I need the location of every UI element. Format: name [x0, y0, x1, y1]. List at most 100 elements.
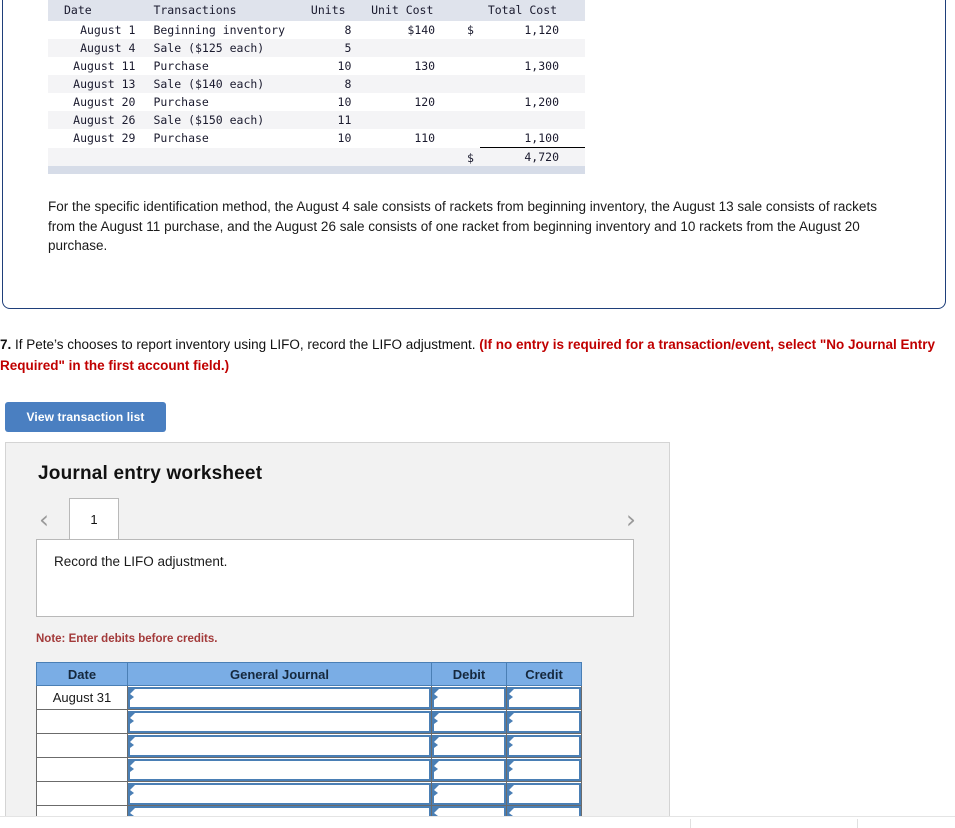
- journal-account-cell[interactable]: [127, 709, 432, 734]
- cell-unit-cost: [363, 75, 458, 93]
- worksheet-prompt-text: Record the LIFO adjustment.: [54, 554, 228, 569]
- journal-credit-cell[interactable]: [506, 685, 582, 710]
- cell-empty: [299, 147, 364, 168]
- credit-input[interactable]: [507, 758, 581, 781]
- cell-total-cost: 1,100: [479, 129, 585, 148]
- table-row: August 13 Sale ($140 each) 8: [48, 75, 585, 93]
- journal-account-cell[interactable]: [127, 685, 432, 710]
- journal-account-cell[interactable]: [127, 781, 432, 806]
- general-journal-input[interactable]: [128, 686, 431, 709]
- cell-currency: [457, 39, 480, 57]
- debit-input[interactable]: [432, 734, 506, 757]
- cell-total-cost: [479, 111, 585, 129]
- specific-identification-paragraph: For the specific identification method, …: [48, 199, 877, 253]
- debit-input[interactable]: [432, 710, 506, 733]
- cell-transaction: Purchase: [143, 93, 300, 111]
- general-journal-input[interactable]: [128, 734, 431, 757]
- cell-total-cost: 1,300: [479, 57, 585, 75]
- journal-header-row: Date General Journal Debit Credit: [36, 662, 582, 686]
- journal-credit-cell[interactable]: [506, 709, 582, 734]
- journal-date-cell[interactable]: [36, 781, 128, 806]
- credit-input[interactable]: [507, 686, 581, 709]
- worksheet-title: Journal entry worksheet: [38, 463, 263, 484]
- journal-debit-cell[interactable]: [431, 781, 507, 806]
- journal-account-cell[interactable]: [127, 757, 432, 782]
- cell-currency: [457, 129, 480, 148]
- journal-date-cell[interactable]: [36, 757, 128, 782]
- cell-total-cost: [479, 39, 585, 57]
- cell-date: August 4: [48, 39, 144, 57]
- cell-transaction: Purchase: [143, 57, 300, 75]
- page-footer-strip: [0, 816, 955, 828]
- cell-empty: [143, 147, 300, 168]
- cell-total-cost: 1,200: [479, 93, 585, 111]
- table-row: August 4 Sale ($125 each) 5: [48, 39, 585, 57]
- cell-transaction: Sale ($150 each): [143, 111, 300, 129]
- chevron-right-icon[interactable]: ›: [626, 507, 636, 532]
- cell-date: August 20: [48, 93, 144, 111]
- view-transaction-list-button[interactable]: View transaction list: [5, 402, 166, 432]
- table-footer-bar: [48, 166, 585, 174]
- column-header-units: Units: [299, 0, 364, 21]
- table-row: August 1 Beginning inventory 8 $140 $ 1,…: [48, 21, 585, 39]
- cell-transaction: Sale ($125 each): [143, 39, 300, 57]
- chevron-left-icon[interactable]: ‹: [39, 507, 49, 532]
- question-number: 7.: [0, 337, 12, 352]
- journal-column-header-debit: Debit: [431, 662, 507, 686]
- journal-column-header-credit: Credit: [506, 662, 582, 686]
- column-header-date: Date: [48, 0, 144, 21]
- debit-input[interactable]: [432, 782, 506, 805]
- cell-units: 10: [299, 57, 364, 75]
- journal-debit-cell[interactable]: [431, 757, 507, 782]
- journal-account-cell[interactable]: [127, 733, 432, 758]
- table-row: August 26 Sale ($150 each) 11: [48, 111, 585, 129]
- journal-date-cell[interactable]: [36, 709, 128, 734]
- journal-credit-cell[interactable]: [506, 733, 582, 758]
- cell-total-currency: $: [457, 147, 480, 168]
- cell-unit-cost: $140: [363, 21, 458, 39]
- cell-date: August 26: [48, 111, 144, 129]
- column-header-unit-cost: Unit Cost: [363, 0, 458, 21]
- cell-units: 10: [299, 93, 364, 111]
- journal-row: [36, 733, 582, 758]
- cell-unit-cost: 120: [363, 93, 458, 111]
- general-journal-input[interactable]: [128, 710, 431, 733]
- journal-column-header-general-journal: General Journal: [127, 662, 432, 686]
- cell-unit-cost: [363, 39, 458, 57]
- credit-input[interactable]: [507, 734, 581, 757]
- journal-row: [36, 781, 582, 806]
- cell-units: 8: [299, 21, 364, 39]
- journal-row: [36, 757, 582, 782]
- table-header-row: Date Transactions Units Unit Cost Total …: [48, 0, 585, 21]
- cell-currency: [457, 75, 480, 93]
- cell-date: August 29: [48, 129, 144, 148]
- worksheet-tab-1[interactable]: 1: [69, 498, 119, 539]
- column-header-transactions: Transactions: [143, 0, 300, 21]
- table-total-row: $ 4,720: [48, 147, 585, 169]
- table-row: August 29 Purchase 10 110 1,100: [48, 129, 585, 148]
- cell-transaction: Sale ($140 each): [143, 75, 300, 93]
- journal-credit-cell[interactable]: [506, 757, 582, 782]
- journal-column-header-date: Date: [36, 662, 128, 686]
- debit-input[interactable]: [432, 758, 506, 781]
- journal-debit-cell[interactable]: [431, 733, 507, 758]
- journal-debit-cell[interactable]: [431, 685, 507, 710]
- general-journal-input[interactable]: [128, 758, 431, 781]
- cell-currency: [457, 111, 480, 129]
- journal-date-cell[interactable]: [36, 733, 128, 758]
- credit-input[interactable]: [507, 710, 581, 733]
- cell-units: 5: [299, 39, 364, 57]
- general-journal-input[interactable]: [128, 782, 431, 805]
- cell-units: 8: [299, 75, 364, 93]
- journal-date-cell[interactable]: August 31: [36, 685, 128, 710]
- cell-currency: [457, 57, 480, 75]
- credit-input[interactable]: [507, 782, 581, 805]
- journal-debit-cell[interactable]: [431, 709, 507, 734]
- journal-credit-cell[interactable]: [506, 781, 582, 806]
- transactions-table: Date Transactions Units Unit Cost Total …: [48, 0, 585, 169]
- debits-before-credits-note: Note: Enter debits before credits.: [36, 633, 218, 645]
- cell-date: August 11: [48, 57, 144, 75]
- debit-input[interactable]: [432, 686, 506, 709]
- cell-empty: [48, 147, 144, 168]
- cell-empty: [363, 147, 458, 168]
